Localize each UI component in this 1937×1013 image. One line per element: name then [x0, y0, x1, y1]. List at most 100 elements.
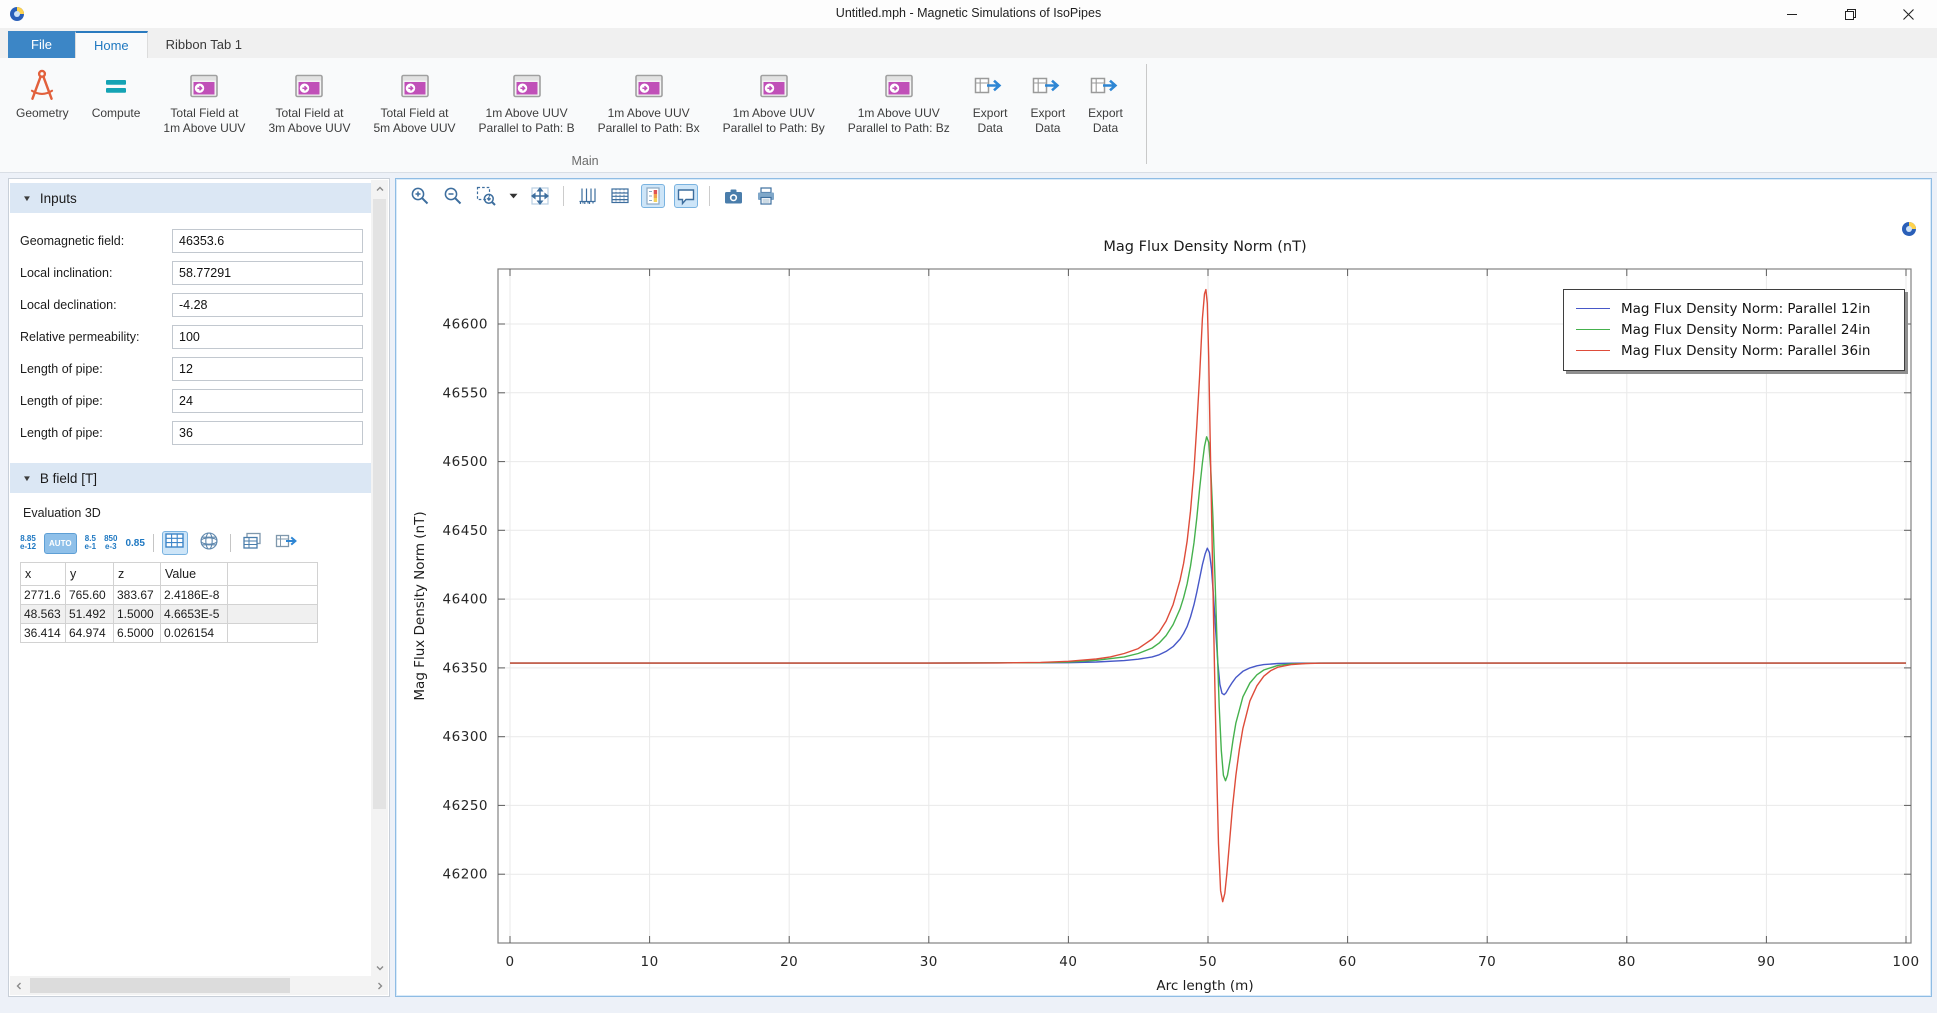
copy-table-button[interactable]: [239, 531, 265, 555]
pipe-length-12-input[interactable]: 12: [172, 357, 363, 381]
export-icon: [1090, 66, 1122, 106]
relative-permeability-input[interactable]: 100: [172, 325, 363, 349]
zoom-out-button[interactable]: [441, 184, 465, 208]
legend-line-sample: [1576, 329, 1610, 330]
pipe-length-24-input[interactable]: 24: [172, 389, 363, 413]
sphere-view-button[interactable]: [196, 531, 222, 555]
table-cell: 2.4186E-8: [161, 586, 228, 605]
scroll-right-icon[interactable]: [371, 977, 388, 994]
total-field-5m-button[interactable]: Total Field at5m Above UUV: [369, 64, 459, 137]
total-field-3m-button[interactable]: Total Field at3m Above UUV: [264, 64, 354, 137]
plot-tooltip-toggle-button[interactable]: [674, 184, 698, 208]
image-snapshot-button[interactable]: [721, 184, 745, 208]
pipe-length-36-input[interactable]: 36: [172, 421, 363, 445]
svg-text:46600: 46600: [443, 317, 488, 333]
compute-button[interactable]: Compute: [88, 64, 145, 123]
column-header-y: y: [66, 563, 114, 586]
inputs-section-header[interactable]: ▼ Inputs: [10, 183, 371, 213]
geometry-button-label: Geometry: [16, 106, 69, 121]
plot1d-icon: [513, 66, 541, 106]
scroll-down-icon[interactable]: [371, 959, 388, 976]
scroll-up-icon[interactable]: [371, 180, 388, 197]
table-row[interactable]: 36.41464.9746.50000.026154: [21, 624, 318, 643]
grid-toggle-button[interactable]: [608, 184, 632, 208]
auto-notation-button[interactable]: AUTO: [44, 533, 77, 554]
export-icon: [974, 66, 1006, 106]
total-field-1m-button[interactable]: Total Field at1m Above UUV: [159, 64, 249, 137]
plot1d-icon: [295, 66, 323, 106]
precision-885e-12-button[interactable]: 8.85e-12: [20, 535, 36, 552]
geometry-button[interactable]: Geometry: [12, 64, 73, 123]
geomagnetic-field-input[interactable]: 46353.6: [172, 229, 363, 253]
table-view-button[interactable]: [162, 531, 188, 555]
column-header-x: x: [21, 563, 66, 586]
toolbar-divider: [230, 534, 231, 552]
svg-text:70: 70: [1478, 954, 1496, 970]
chart-legend: Mag Flux Density Norm: Parallel 12inMag …: [1563, 289, 1905, 371]
zoom-box-dropdown[interactable]: [507, 184, 519, 208]
minimize-button[interactable]: [1763, 0, 1821, 28]
bfield-section-header[interactable]: ▼ B field [T]: [10, 463, 371, 493]
print-button[interactable]: [754, 184, 778, 208]
scroll-left-icon[interactable]: [10, 977, 27, 994]
axis-icon: [577, 186, 597, 206]
axis-settings-button[interactable]: [575, 184, 599, 208]
extents-icon: [530, 186, 550, 206]
vertical-scroll-thumb[interactable]: [373, 199, 386, 809]
grid-icon: [610, 186, 630, 206]
pipe-length-36-label: Length of pipe:: [20, 426, 172, 440]
compass-icon: [26, 66, 58, 106]
table-row[interactable]: 2771.6765.60383.672.4186E-8: [21, 586, 318, 605]
export-data-2-button[interactable]: ExportData: [1026, 64, 1069, 137]
parallel-path-b-button[interactable]: 1m Above UUVParallel to Path: B: [475, 64, 579, 137]
precision-085-button[interactable]: 0.85: [125, 538, 144, 549]
table-cell: 4.6653E-5: [161, 605, 228, 624]
export-data-1-button[interactable]: ExportData: [969, 64, 1012, 137]
zoomin-icon: [410, 186, 430, 206]
table-cell: [228, 605, 318, 624]
export-data-3-button[interactable]: ExportData: [1084, 64, 1127, 137]
parallel-path-bx-button[interactable]: 1m Above UUVParallel to Path: Bx: [594, 64, 704, 137]
svg-text:20: 20: [780, 954, 798, 970]
zoom-box-button[interactable]: [474, 184, 498, 208]
tab-ribbon-tab-1[interactable]: Ribbon Tab 1: [148, 31, 260, 58]
parallel-path-by-button-label: 1m Above UUVParallel to Path: By: [723, 106, 825, 135]
parallel-path-by-button[interactable]: 1m Above UUVParallel to Path: By: [719, 64, 829, 137]
export-table-button[interactable]: [273, 531, 299, 555]
local-inclination-input[interactable]: 58.77291: [172, 261, 363, 285]
tab-file[interactable]: File: [8, 31, 75, 58]
zoom-extents-button[interactable]: [528, 184, 552, 208]
legend-label: Mag Flux Density Norm: Parallel 12in: [1621, 301, 1870, 317]
evaluation-label: Evaluation 3D: [23, 506, 371, 520]
graphics-panel: 0102030405060708090100462004625046300463…: [395, 178, 1932, 997]
parallel-path-bz-button[interactable]: 1m Above UUVParallel to Path: Bz: [844, 64, 954, 137]
table-cell: 48.563: [21, 605, 66, 624]
legend-line-sample: [1576, 350, 1610, 351]
plot-area[interactable]: 0102030405060708090100462004625046300463…: [398, 213, 1929, 994]
legend-toggle-button[interactable]: [641, 184, 665, 208]
camera-icon: [723, 186, 744, 206]
table-cell: [228, 624, 318, 643]
restore-button[interactable]: [1821, 0, 1879, 28]
sidebar-vertical-scrollbar[interactable]: [371, 180, 388, 976]
svg-text:46400: 46400: [443, 592, 488, 608]
zoom-in-button[interactable]: [408, 184, 432, 208]
svg-text:46250: 46250: [443, 798, 488, 814]
sidebar-horizontal-scrollbar[interactable]: [10, 976, 388, 995]
local-declination-input[interactable]: -4.28: [172, 293, 363, 317]
toolbar-divider: [153, 534, 154, 552]
table-row[interactable]: 48.56351.4921.50004.6653E-5: [21, 605, 318, 624]
plot1d-icon: [401, 66, 429, 106]
horizontal-scroll-thumb[interactable]: [30, 978, 290, 993]
precision-850e-3-button[interactable]: 850e-3: [104, 535, 117, 552]
copytable-icon: [242, 532, 262, 555]
tab-home[interactable]: Home: [75, 31, 148, 58]
bfield-section-title: B field [T]: [40, 471, 97, 486]
globe-icon: [199, 531, 219, 556]
field-local-inclination: Local inclination:58.77291: [20, 261, 363, 285]
svg-text:50: 50: [1199, 954, 1217, 970]
compute-button-label: Compute: [92, 106, 141, 121]
precision-85e-1-button[interactable]: 8.5e-1: [85, 535, 97, 552]
close-button[interactable]: [1879, 0, 1937, 28]
table-cell: 0.026154: [161, 624, 228, 643]
